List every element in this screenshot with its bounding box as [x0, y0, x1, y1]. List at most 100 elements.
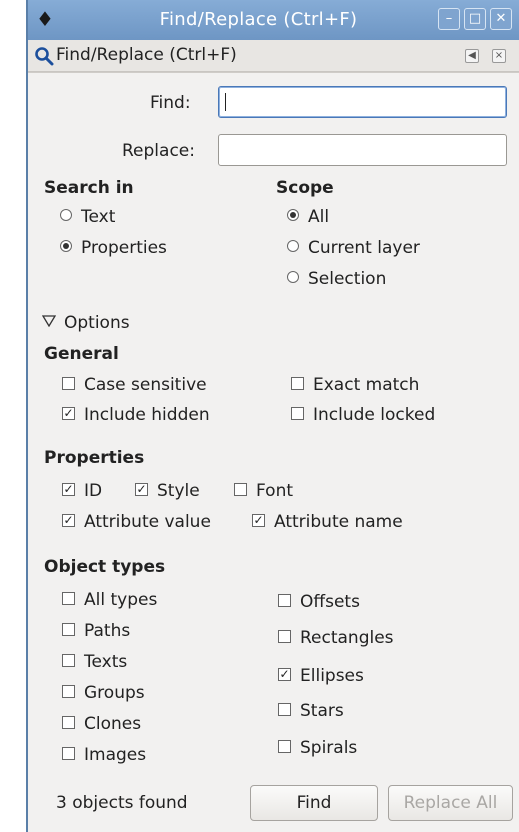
search-in-heading: Search in	[44, 178, 134, 198]
find-button[interactable]: Find	[250, 785, 378, 821]
panel-header: Find/Replace (Ctrl+F) ◀ ×	[28, 40, 519, 72]
radio-icon	[60, 209, 72, 221]
clones-checkbox[interactable]: Clones	[62, 712, 141, 736]
style-checkbox[interactable]: ✓ Style	[135, 479, 200, 503]
scope-heading: Scope	[276, 178, 334, 198]
checkmark-icon: ✓	[62, 512, 75, 527]
checkmark-icon: ✓	[62, 481, 75, 496]
replace-all-button[interactable]: Replace All	[388, 785, 513, 821]
radio-label: Selection	[308, 269, 387, 289]
checkbox-label: Exact match	[313, 375, 420, 395]
checkbox-label: Attribute name	[274, 512, 403, 532]
case-sensitive-checkbox[interactable]: Case sensitive	[62, 373, 207, 397]
checkmark-icon: ✓	[252, 512, 265, 527]
checkbox-label: ID	[84, 481, 103, 501]
checkbox-icon	[62, 376, 75, 390]
rectangles-checkbox[interactable]: Rectangles	[278, 626, 394, 650]
maximize-icon[interactable]: □	[464, 8, 486, 30]
find-replace-window: ♦ Find/Replace (Ctrl+F) – □ ✕ Find/Repla…	[26, 0, 519, 832]
scope-current-layer-radio[interactable]: Current layer	[287, 236, 420, 260]
expander-label: Options	[64, 313, 130, 333]
replace-input[interactable]	[218, 134, 507, 166]
checkmark-icon: ✓	[135, 481, 148, 496]
checkbox-icon	[62, 715, 75, 729]
include-hidden-checkbox[interactable]: ✓ Include hidden	[62, 403, 210, 427]
checkbox-label: Clones	[84, 714, 142, 734]
checkbox-label: Font	[256, 481, 294, 501]
panel-close-icon[interactable]: ×	[492, 49, 506, 63]
checkbox-label: All types	[84, 590, 158, 610]
search-in-text-radio[interactable]: Text	[60, 205, 115, 229]
checkbox-label: Ellipses	[300, 666, 364, 686]
checkbox-icon	[62, 622, 75, 636]
checkbox-label: Case sensitive	[84, 375, 207, 395]
inkscape-icon[interactable]: ♦	[34, 8, 56, 30]
radio-label: All	[308, 207, 330, 227]
checkbox-label: Offsets	[300, 592, 360, 612]
checkbox-icon	[234, 482, 247, 496]
id-checkbox[interactable]: ✓ ID	[62, 479, 102, 503]
checkbox-label: Images	[84, 745, 147, 765]
panel-title: Find/Replace (Ctrl+F)	[56, 45, 237, 65]
object-types-heading: Object types	[44, 557, 166, 577]
properties-heading: Properties	[44, 448, 145, 468]
attribute-value-checkbox[interactable]: ✓ Attribute value	[62, 510, 211, 534]
spirals-checkbox[interactable]: Spirals	[278, 736, 357, 760]
checkbox-label: Paths	[84, 621, 131, 641]
checkbox-label: Groups	[84, 683, 145, 703]
radio-label: Current layer	[308, 238, 420, 258]
checkbox-icon	[278, 739, 291, 753]
window-titlebar[interactable]: ♦ Find/Replace (Ctrl+F) – □ ✕	[28, 0, 519, 40]
checkmark-icon: ✓	[62, 405, 75, 420]
find-input[interactable]	[218, 86, 507, 118]
checkbox-label: Spirals	[300, 738, 358, 758]
radio-label: Properties	[81, 238, 167, 258]
groups-checkbox[interactable]: Groups	[62, 681, 145, 705]
status-text: 3 objects found	[56, 793, 188, 813]
dialog-content: Find: Replace: Search in Text Properties…	[28, 72, 519, 832]
general-heading: General	[44, 344, 119, 364]
offsets-checkbox[interactable]: Offsets	[278, 590, 360, 614]
attribute-name-checkbox[interactable]: ✓ Attribute name	[252, 510, 403, 534]
stars-checkbox[interactable]: Stars	[278, 699, 344, 723]
scope-all-radio[interactable]: All	[287, 205, 329, 229]
checkbox-label: Stars	[300, 701, 344, 721]
all-types-checkbox[interactable]: All types	[62, 588, 157, 612]
checkbox-label: Include hidden	[84, 405, 210, 425]
checkbox-icon	[278, 593, 291, 607]
close-icon[interactable]: ✕	[490, 8, 512, 30]
ellipses-checkbox[interactable]: ✓ Ellipses	[278, 664, 364, 688]
checkbox-label: Rectangles	[300, 628, 394, 648]
images-checkbox[interactable]: Images	[62, 743, 146, 767]
scope-selection-radio[interactable]: Selection	[287, 267, 386, 291]
radio-selected-icon	[60, 240, 72, 252]
exact-match-checkbox[interactable]: Exact match	[291, 373, 419, 397]
minimize-icon[interactable]: –	[438, 8, 460, 30]
checkbox-icon	[291, 376, 304, 390]
checkbox-icon	[62, 591, 75, 605]
texts-checkbox[interactable]: Texts	[62, 650, 127, 674]
checkbox-label: Style	[157, 481, 200, 501]
checkbox-icon	[62, 684, 75, 698]
search-in-properties-radio[interactable]: Properties	[60, 236, 167, 260]
find-label: Find:	[150, 93, 191, 113]
search-icon	[35, 47, 54, 66]
checkbox-label: Texts	[84, 652, 128, 672]
panel-iconify-icon[interactable]: ◀	[465, 49, 479, 63]
replace-label: Replace:	[122, 141, 195, 161]
include-locked-checkbox[interactable]: Include locked	[291, 403, 435, 427]
checkbox-label: Attribute value	[84, 512, 211, 532]
checkbox-icon	[62, 653, 75, 667]
window-title: Find/Replace (Ctrl+F)	[159, 9, 358, 30]
checkbox-icon	[62, 746, 75, 760]
expander-triangle-icon	[41, 315, 57, 328]
checkbox-icon	[278, 629, 291, 643]
checkbox-icon	[278, 702, 291, 716]
radio-icon	[287, 271, 299, 283]
radio-selected-icon	[287, 209, 299, 221]
checkbox-icon	[291, 406, 304, 420]
font-checkbox[interactable]: Font	[234, 479, 293, 503]
options-expander[interactable]: Options	[41, 311, 130, 335]
paths-checkbox[interactable]: Paths	[62, 619, 130, 643]
text-caret	[225, 93, 226, 111]
